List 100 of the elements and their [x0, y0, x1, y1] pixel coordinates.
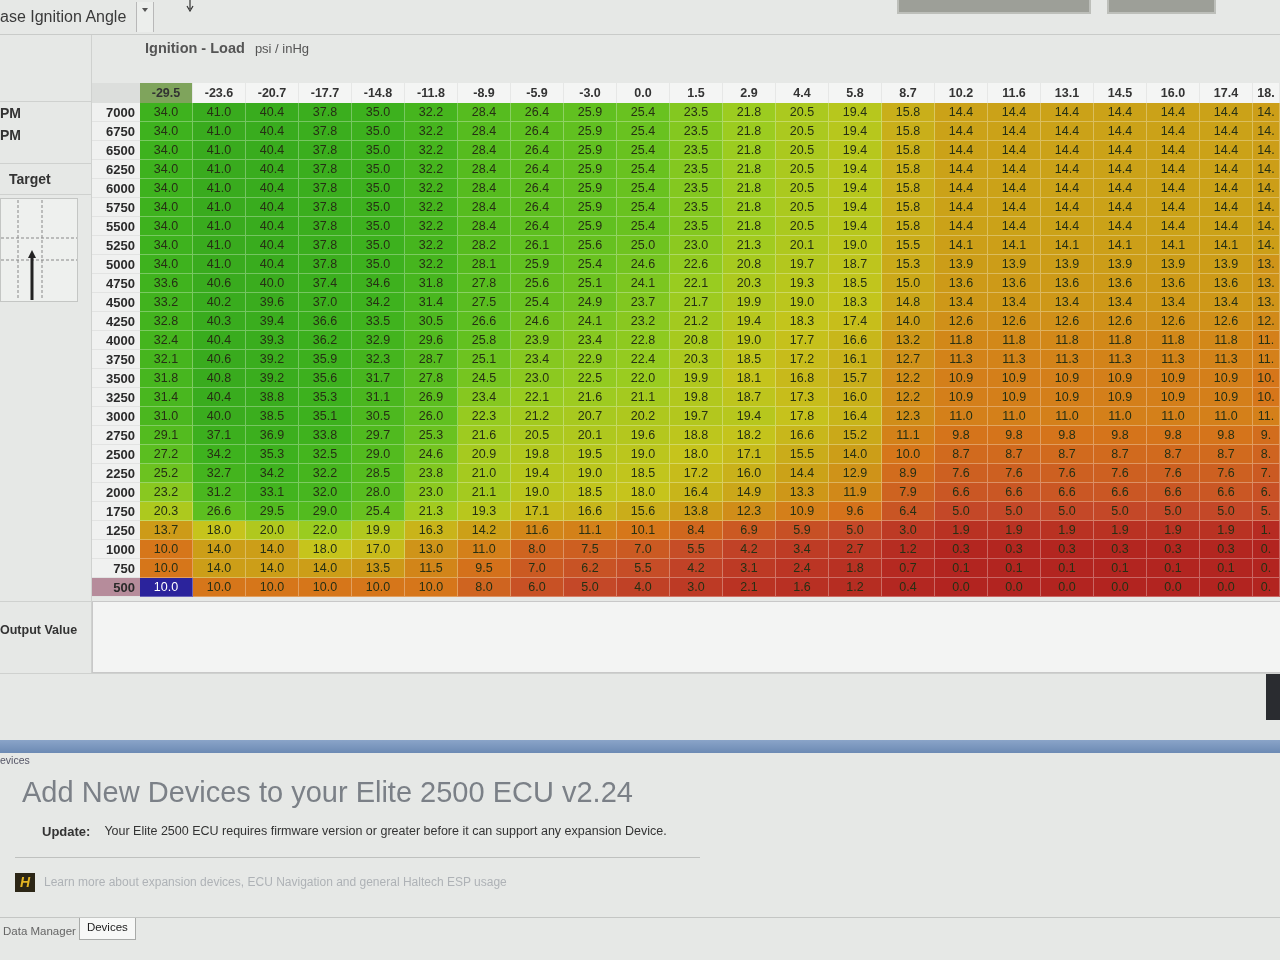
map-cell: 31.4	[140, 388, 193, 407]
map-cell: 9.8	[1147, 426, 1200, 445]
map-cell: 10.9	[776, 502, 829, 521]
map-cell: 41.0	[193, 141, 246, 160]
map-title: Ignition - Load	[145, 40, 245, 56]
map-cell: 14.4	[1200, 141, 1253, 160]
map-cell: 25.1	[458, 350, 511, 369]
map-cell: 32.9	[352, 331, 405, 350]
map-cell: 17.4	[829, 312, 882, 331]
map-cell: 6.6	[1147, 483, 1200, 502]
map-cell: 14.0	[829, 445, 882, 464]
map-cell: 37.0	[299, 293, 352, 312]
column-header: -5.9	[511, 83, 564, 103]
map-cell: 19.0	[564, 464, 617, 483]
map-cell: 12.7	[882, 350, 935, 369]
column-header: 4.4	[776, 83, 829, 103]
map-cell: 10.9	[935, 388, 988, 407]
map-cell: 0.0	[1041, 578, 1094, 597]
map-cell: 39.2	[246, 369, 299, 388]
map-cell: 13.2	[882, 331, 935, 350]
map-cell: 15.8	[882, 103, 935, 122]
map-cell: 15.8	[882, 122, 935, 141]
map-cell: 11.6	[511, 521, 564, 540]
map-cell: 20.5	[776, 217, 829, 236]
panel-tab-label[interactable]: evices	[0, 753, 30, 767]
map-cell: 7.6	[935, 464, 988, 483]
map-cell: 41.0	[193, 255, 246, 274]
map-cell: 7.6	[1094, 464, 1147, 483]
map-cell: 23.9	[511, 331, 564, 350]
map-cell: 5.0	[1147, 502, 1200, 521]
map-cell: 5.0	[1094, 502, 1147, 521]
map-cell: 29.7	[352, 426, 405, 445]
map-cell: 35.0	[352, 141, 405, 160]
dropdown-button[interactable]	[136, 2, 155, 32]
map-cell: 11.8	[1147, 331, 1200, 350]
map-cell: 11.8	[1094, 331, 1147, 350]
map-cell: 14.4	[1200, 122, 1253, 141]
row-header: 5500	[92, 217, 140, 236]
map-cell: 13.6	[1200, 274, 1253, 293]
map-cell: 14.4	[988, 217, 1041, 236]
map-cell: 16.4	[670, 483, 723, 502]
map-cell: 34.0	[140, 236, 193, 255]
map-cell: 14.4	[988, 141, 1041, 160]
map-cell: 21.6	[564, 388, 617, 407]
map-cell: 32.2	[405, 217, 458, 236]
map-cell: 14.1	[988, 236, 1041, 255]
map-cell: 41.0	[193, 217, 246, 236]
map-cell: 21.8	[723, 103, 776, 122]
map-cell: 35.9	[299, 350, 352, 369]
map-cell: 19.4	[723, 407, 776, 426]
map-cell: 34.0	[140, 179, 193, 198]
row-header: 1000	[92, 540, 140, 559]
map-cell: 23.5	[670, 198, 723, 217]
map-cell: 18.5	[829, 274, 882, 293]
map-cell: 5.5	[670, 540, 723, 559]
map-cell: 35.3	[246, 445, 299, 464]
map-cell: 20.5	[511, 426, 564, 445]
map-cell: 24.6	[405, 445, 458, 464]
column-header: 18.	[1253, 83, 1280, 103]
map-cell: 14.	[1253, 217, 1280, 236]
map-cell: 39.6	[246, 293, 299, 312]
side-label: PM	[0, 127, 21, 143]
scroll-handle[interactable]	[1266, 674, 1280, 720]
map-cell: 26.0	[405, 407, 458, 426]
map-cell: 25.9	[564, 122, 617, 141]
map-cell: 13.	[1253, 293, 1280, 312]
map-cell: 25.0	[617, 236, 670, 255]
map-cell: 26.4	[511, 179, 564, 198]
map-cell: 32.1	[140, 350, 193, 369]
map-cell: 26.6	[458, 312, 511, 331]
map-cell: 10.9	[1041, 369, 1094, 388]
bottom-tab[interactable]: Devices	[78, 918, 136, 940]
bottom-tab[interactable]: Data Manager	[0, 918, 79, 941]
map-cell: 14.4	[1147, 141, 1200, 160]
map-cell: 13.8	[670, 502, 723, 521]
map-cell: 8.7	[1094, 445, 1147, 464]
map-cell: 26.4	[511, 103, 564, 122]
map-cell: 35.0	[352, 122, 405, 141]
map-cell: 8.	[1253, 445, 1280, 464]
map-cell: 12.6	[988, 312, 1041, 331]
map-cell: 24.6	[617, 255, 670, 274]
map-cell: 37.8	[299, 198, 352, 217]
map-cell: 19.8	[511, 445, 564, 464]
devices-heading: Add New Devices to your Elite 2500 ECU v2.24	[22, 775, 633, 809]
map-cell: 15.5	[882, 236, 935, 255]
map-cell: 40.6	[193, 350, 246, 369]
map-cell: 5.	[1253, 502, 1280, 521]
map-cell: 34.6	[352, 274, 405, 293]
map-cell: 32.2	[299, 464, 352, 483]
map-cell: 13.4	[1200, 293, 1253, 312]
map-cell: 23.2	[140, 483, 193, 502]
map-cell: 11.3	[1147, 350, 1200, 369]
map-cell: 13.	[1253, 274, 1280, 293]
map-cell: 10.9	[988, 369, 1041, 388]
map-cell: 19.8	[670, 388, 723, 407]
tab-title[interactable]: ase Ignition Angle	[0, 0, 137, 34]
map-cell: 11.3	[1200, 350, 1253, 369]
column-header: 2.9	[723, 83, 776, 103]
map-cell: 26.6	[193, 502, 246, 521]
map-cell: 8.0	[458, 578, 511, 597]
